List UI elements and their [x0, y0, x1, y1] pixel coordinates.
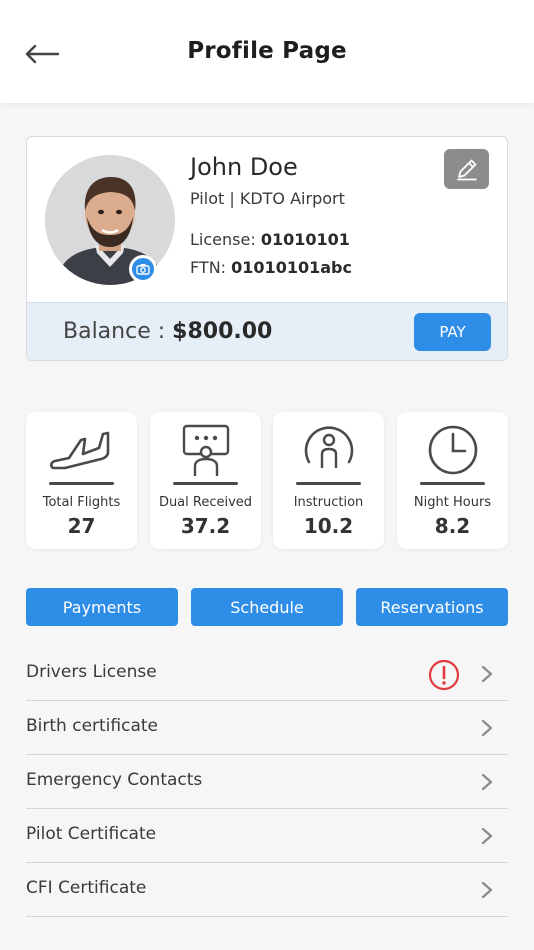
pay-button[interactable]: PAY: [414, 313, 491, 351]
chevron-right-icon: [481, 773, 493, 791]
list-item-label: Drivers License: [26, 662, 157, 682]
chevron-right-icon: [481, 665, 493, 683]
avatar-container: [45, 155, 175, 285]
stat-icon-wrap: [273, 422, 384, 478]
stat-total-flights[interactable]: Total Flights 27: [26, 412, 137, 549]
camera-icon: [136, 264, 150, 275]
pencil-icon: [456, 159, 477, 181]
edit-profile-button[interactable]: [444, 149, 489, 189]
payments-button[interactable]: Payments: [26, 588, 178, 626]
list-item-drivers-license[interactable]: Drivers License: [26, 647, 508, 701]
stat-value: 27: [67, 514, 96, 538]
chevron-right-icon: [481, 827, 493, 845]
list-item-label: Pilot Certificate: [26, 824, 157, 844]
alert-icon: [428, 659, 460, 691]
list-item-label: CFI Certificate: [26, 878, 147, 898]
chevron-right-icon: [481, 719, 493, 737]
balance-bar: Balance : $800.00 PAY: [27, 302, 507, 360]
stats-row: Total Flights 27 Dual Received 37.2 Inst…: [26, 412, 508, 549]
balance-text: Balance : $800.00: [63, 319, 272, 344]
profile-card: John Doe Pilot | KDTO Airport License: 0…: [26, 136, 508, 361]
stat-underline: [49, 482, 114, 485]
stat-icon-wrap: [150, 422, 261, 478]
list-item-birth-certificate[interactable]: Birth certificate: [26, 701, 508, 755]
stat-night-hours[interactable]: Night Hours 8.2: [397, 412, 508, 549]
ftn-label: FTN:: [190, 258, 227, 277]
role-line: Pilot | KDTO Airport: [190, 189, 345, 208]
camera-button[interactable]: [129, 255, 157, 283]
list-item-emergency-contacts[interactable]: Emergency Contacts: [26, 755, 508, 809]
stat-instruction[interactable]: Instruction 10.2: [273, 412, 384, 549]
stat-dual-received[interactable]: Dual Received 37.2: [150, 412, 261, 549]
reservations-button[interactable]: Reservations: [356, 588, 508, 626]
stat-icon-wrap: [397, 422, 508, 478]
top-bar: Profile Page: [0, 0, 534, 103]
instructor-icon: [304, 426, 353, 468]
stat-underline: [173, 482, 238, 485]
clock-icon: [428, 425, 477, 475]
airport-text: KDTO Airport: [239, 189, 345, 208]
stat-label: Night Hours: [413, 495, 492, 510]
stat-label: Dual Received: [158, 495, 253, 510]
license-line: License: 01010101: [190, 230, 350, 249]
list-item-pilot-certificate[interactable]: Pilot Certificate: [26, 809, 508, 863]
license-label: License:: [190, 230, 256, 249]
stat-label: Instruction: [293, 495, 364, 510]
stat-value: 10.2: [303, 514, 354, 538]
balance-amount: $800.00: [172, 319, 273, 344]
stat-label: Total Flights: [42, 495, 121, 510]
list-item-cfi-certificate[interactable]: CFI Certificate: [26, 863, 508, 917]
stat-value: 8.2: [434, 514, 471, 538]
license-value: 01010101: [260, 230, 350, 249]
ftn-line: FTN: 01010101abc: [190, 258, 352, 277]
role-text: Pilot |: [190, 189, 235, 208]
balance-label: Balance :: [63, 319, 166, 344]
schedule-button[interactable]: Schedule: [191, 588, 343, 626]
stat-icon-wrap: [26, 422, 137, 478]
presentation-icon: [182, 424, 229, 476]
list-item-label: Birth certificate: [26, 716, 158, 736]
stat-value: 37.2: [180, 514, 231, 538]
ftn-value: 01010101abc: [231, 258, 352, 277]
profile-name: John Doe: [190, 153, 298, 181]
page-title: Profile Page: [187, 38, 347, 64]
stat-underline: [420, 482, 485, 485]
chevron-right-icon: [481, 881, 493, 899]
stat-underline: [296, 482, 361, 485]
list-item-label: Emergency Contacts: [26, 770, 203, 790]
airplane-icon: [49, 431, 109, 470]
